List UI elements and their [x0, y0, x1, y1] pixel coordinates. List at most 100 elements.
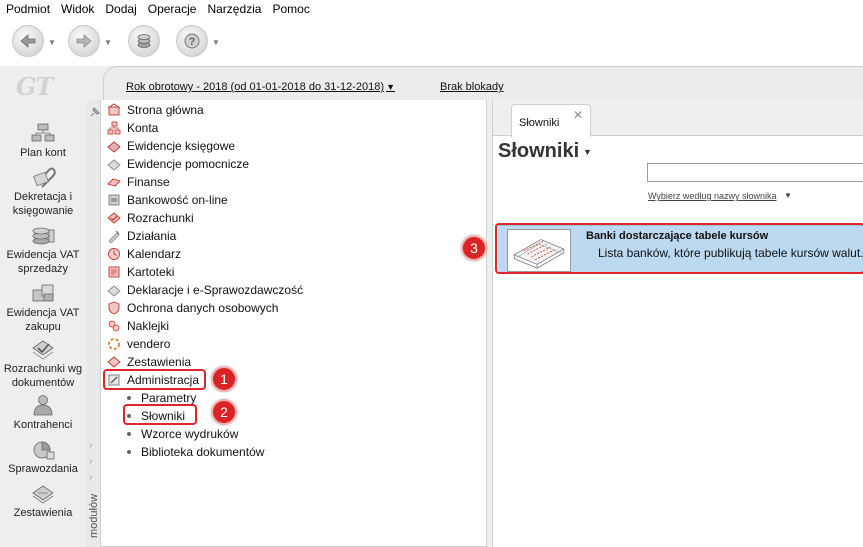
tree-item-ewidencje-ksiegowe[interactable]: Ewidencje księgowe — [107, 137, 235, 155]
lock-status-link[interactable]: Brak blokady — [440, 81, 504, 93]
menu-pomoc[interactable]: Pomoc — [272, 2, 309, 16]
tree-item-strona-glowna[interactable]: Strona główna — [107, 101, 204, 119]
coins-button[interactable] — [128, 25, 160, 57]
sidebar-item-sprawozdania[interactable]: Sprawozdania — [0, 438, 86, 476]
help-dropdown-icon[interactable]: ▼ — [212, 38, 220, 47]
close-icon[interactable]: ✕ — [573, 108, 583, 122]
reports-icon — [33, 441, 55, 460]
summary-icon — [107, 356, 121, 368]
dictionaries-panel: Słowniki ✕ Słowniki ▼ Wybierz według naz… — [492, 100, 863, 547]
dictionary-search-input[interactable] — [647, 163, 863, 182]
chevron-right-icon[interactable]: › — [89, 440, 92, 451]
tree-item-label: Strona główna — [127, 103, 204, 117]
tree-item-kartoteki[interactable]: Kartoteki — [107, 263, 174, 281]
settlements-icon — [107, 212, 121, 224]
tree-item-label: Kartoteki — [127, 265, 175, 279]
tree-item-label: Kalendarz — [127, 247, 182, 261]
tab-slowniki[interactable]: Słowniki ✕ — [511, 104, 591, 137]
help-icon: ? — [184, 33, 200, 49]
paperclip-icon — [33, 167, 56, 188]
sidebar-item-dekretacja[interactable]: Dekretacja i księgowanie — [0, 166, 86, 218]
back-button[interactable] — [12, 25, 44, 57]
tree-item-deklaracje[interactable]: Deklaracje i e-Sprawozdawczość — [107, 281, 303, 299]
sidebar-item-label: Rozrachunki wg dokumentów — [3, 363, 83, 389]
module-strip-label: modułów — [88, 493, 100, 538]
stickers-icon — [108, 320, 120, 332]
declarations-icon — [107, 285, 121, 297]
vendero-icon — [108, 338, 120, 350]
tree-item-vendero[interactable]: vendero — [107, 335, 170, 353]
tree-item-dzialania[interactable]: Działania — [107, 227, 176, 245]
fiscal-year-selector[interactable]: Rok obrotowy - 2018 (od 01-01-2018 do 31… — [126, 81, 395, 93]
menu-dodaj[interactable]: Dodaj — [105, 2, 136, 16]
tree-subitem-label: Biblioteka dokumentów — [141, 445, 265, 459]
menu-widok[interactable]: Widok — [61, 2, 94, 16]
tree-item-bankowosc-online[interactable]: Bankowość on-line — [107, 191, 228, 209]
calendar-icon — [108, 248, 120, 260]
menu-bar: Podmiot Widok Dodaj Operacje Narzędzia P… — [0, 0, 863, 18]
tree-item-kalendarz[interactable]: Kalendarz — [107, 245, 181, 263]
bullet-icon — [127, 450, 131, 454]
chevron-down-icon[interactable]: ▼ — [583, 147, 592, 157]
tree-item-ochrona-danych[interactable]: Ochrona danych osobowych — [107, 299, 278, 317]
chevron-right-icon[interactable]: › — [89, 472, 92, 483]
sidebar-item-kontrahenci[interactable]: Kontrahenci — [0, 394, 86, 432]
tree-item-rozrachunki[interactable]: Rozrachunki — [107, 209, 194, 227]
sidebar-item-zestawienia[interactable]: Zestawienia — [0, 482, 86, 520]
tree-item-label: vendero — [127, 337, 171, 351]
tree-item-label: Ewidencje pomocnicze — [127, 157, 250, 171]
forward-dropdown-icon[interactable]: ▼ — [104, 38, 112, 47]
tree-item-finanse[interactable]: Finanse — [107, 173, 170, 191]
forward-button[interactable] — [68, 25, 100, 57]
back-dropdown-icon[interactable]: ▼ — [48, 38, 56, 47]
tree-item-label: Rozrachunki — [127, 211, 194, 225]
annotation-badge-1: 1 — [211, 366, 237, 392]
module-strip[interactable]: › › › modułów — [86, 100, 100, 547]
finance-icon — [107, 178, 121, 187]
accounts-icon — [107, 121, 121, 135]
sidebar-item-label: Sprawozdania — [8, 463, 78, 475]
summary-icon — [32, 485, 54, 504]
pin-icon[interactable] — [89, 106, 101, 118]
data-protection-icon — [108, 301, 120, 315]
sidebar-item-vat-sprzedazy[interactable]: Ewidencja VAT sprzedaży — [0, 224, 86, 276]
annotation-badge-3: 3 — [461, 235, 487, 261]
tree-item-ewidencje-pomocnicze[interactable]: Ewidencje pomocnicze — [107, 155, 249, 173]
page-title: Słowniki — [498, 140, 580, 162]
help-button[interactable]: ? — [176, 25, 208, 57]
navigation-tree-panel: Strona główna Konta Ewidencje księgowe E… — [90, 100, 487, 547]
tab-strip: Słowniki ✕ — [493, 100, 863, 137]
sidebar-item-rozrachunki-wg-dokumentow[interactable]: Rozrachunki wg dokumentów — [0, 338, 86, 390]
sidebar-item-label: Ewidencja VAT sprzedaży — [6, 249, 80, 275]
tree-subitem-label: Wzorce wydruków — [141, 427, 239, 441]
fiscal-year-label: Rok obrotowy - 2018 (od 01-01-2018 do 31… — [126, 81, 385, 93]
tree-item-label: Bankowość on-line — [127, 193, 228, 207]
sidebar-item-plan-kont[interactable]: Plan kont — [0, 122, 86, 160]
settlements-icon — [32, 340, 54, 360]
sidebar-item-vat-zakupu[interactable]: Ewidencja VAT zakupu — [0, 282, 86, 334]
coins-icon — [137, 34, 151, 48]
tree-item-naklejki[interactable]: Naklejki — [107, 317, 169, 335]
bank-icon — [108, 194, 120, 206]
menu-operacje[interactable]: Operacje — [148, 2, 197, 16]
annotation-badge-2: 2 — [211, 399, 237, 425]
tree-item-konta[interactable]: Konta — [107, 119, 158, 137]
bullet-icon — [127, 432, 131, 436]
chevron-down-icon: ▼ — [386, 82, 395, 92]
chevron-down-icon[interactable]: ▼ — [784, 191, 792, 200]
tree-item-label: Zestawienia — [127, 355, 192, 369]
menu-narzedzia[interactable]: Narzędzia — [207, 2, 261, 16]
sidebar-item-label: Zestawienia — [13, 507, 73, 519]
search-caption[interactable]: Wybierz według nazwy słownika — [648, 191, 776, 201]
chevron-right-icon[interactable]: › — [89, 456, 92, 467]
tree-item-label: Deklaracje i e-Sprawozdawczość — [127, 283, 304, 297]
tree-subitem-biblioteka-dokumentow[interactable]: Biblioteka dokumentów — [127, 443, 264, 461]
gt-logo: GT — [16, 72, 53, 101]
home-icon — [107, 103, 121, 116]
tree-item-label: Działania — [127, 229, 177, 243]
actions-icon — [108, 230, 120, 243]
menu-podmiot[interactable]: Podmiot — [6, 2, 50, 16]
ledger-icon — [107, 141, 121, 153]
sidebar-item-label: Ewidencja VAT zakupu — [6, 307, 80, 333]
tree-subitem-wzorce-wydrukow[interactable]: Wzorce wydruków — [127, 425, 238, 443]
